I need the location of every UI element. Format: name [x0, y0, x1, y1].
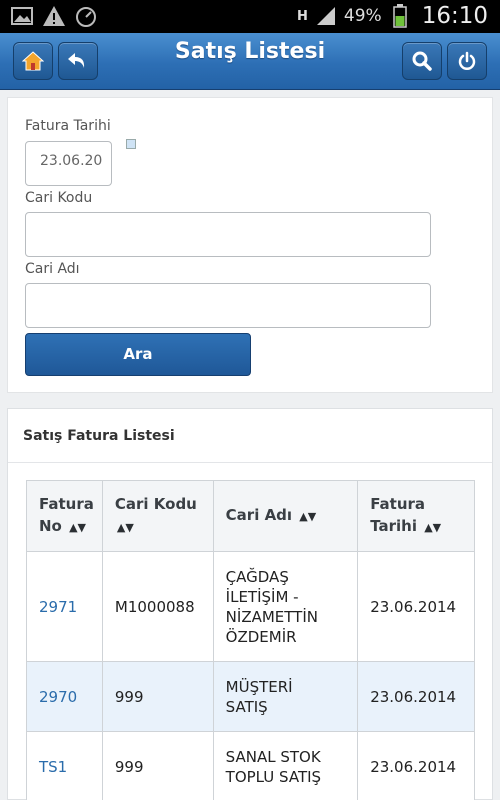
- battery-percent: 49%: [343, 6, 382, 26]
- cari-adi-cell: SANAL STOK TOPLU SATIŞ: [212, 731, 359, 800]
- date-label: Fatura Tarihi: [25, 118, 111, 134]
- status-bar: H 49% 16:10: [0, 0, 500, 33]
- invoice-no-link[interactable]: TS1: [26, 731, 103, 800]
- invoice-date-cell: 23.06.2014: [357, 661, 475, 732]
- column-header-fatura-no[interactable]: Fatura No ▲▼: [26, 480, 103, 552]
- table-row: TS1 999 SANAL STOK TOPLU SATIŞ 23.06.201…: [26, 731, 475, 800]
- cari-kodu-input[interactable]: [25, 212, 431, 257]
- sort-icon: ▲▼: [69, 521, 87, 534]
- cari-kodu-cell: M1000088: [101, 551, 214, 662]
- invoice-no-link[interactable]: 2971: [26, 551, 103, 662]
- gauge-icon: [74, 5, 98, 27]
- search-form: Fatura Tarihi 23.06.20 Cari Kodu Cari Ad…: [7, 97, 493, 393]
- column-header-cari-adi[interactable]: Cari Adı ▲▼: [212, 480, 359, 552]
- app-header: Satış Listesi: [0, 33, 500, 90]
- invoice-date-cell: 23.06.2014: [357, 551, 475, 662]
- cari-adi-cell: ÇAĞDAŞ İLETİŞİM - NİZAMETTİN ÖZDEMİR: [212, 551, 359, 662]
- cari-kodu-cell: 999: [101, 731, 214, 800]
- date-input[interactable]: 23.06.20: [25, 141, 112, 186]
- network-type: H: [297, 8, 308, 24]
- cari-adi-label: Cari Adı: [25, 261, 80, 277]
- sort-icon: ▲▼: [299, 510, 317, 523]
- calendar-icon[interactable]: [126, 139, 136, 149]
- cari-adi-cell: MÜŞTERİ SATIŞ: [212, 661, 359, 732]
- invoice-table: Fatura No ▲▼ Cari Kodu ▲▼ Cari Adı ▲▼ Fa…: [26, 480, 475, 800]
- signal-icon: [314, 5, 338, 27]
- clock: 16:10: [421, 3, 488, 29]
- sort-icon: ▲▼: [424, 521, 442, 534]
- table-row: 2971 M1000088 ÇAĞDAŞ İLETİŞİM - NİZAMETT…: [26, 551, 475, 662]
- image-icon: [10, 5, 34, 27]
- invoice-no-link[interactable]: 2970: [26, 661, 103, 732]
- cari-kodu-cell: 999: [101, 661, 214, 732]
- table-row: 2970 999 MÜŞTERİ SATIŞ 23.06.2014: [26, 661, 475, 732]
- ara-button[interactable]: Ara: [25, 333, 251, 376]
- cari-kodu-label: Cari Kodu: [25, 190, 93, 206]
- column-header-cari-kodu[interactable]: Cari Kodu ▲▼: [101, 480, 214, 552]
- warning-icon: [42, 5, 66, 27]
- power-button[interactable]: [447, 42, 487, 80]
- cari-adi-input[interactable]: [25, 283, 431, 328]
- list-title: Satış Fatura Listesi: [23, 428, 175, 444]
- power-icon: [457, 51, 477, 71]
- column-header-fatura-tarihi[interactable]: Fatura Tarihi ▲▼: [357, 480, 475, 552]
- invoice-list-panel: Satış Fatura Listesi Fatura No ▲▼ Cari K…: [7, 408, 493, 800]
- battery-icon: [388, 4, 412, 28]
- divider: [8, 462, 492, 463]
- sort-icon: ▲▼: [116, 521, 134, 534]
- invoice-date-cell: 23.06.2014: [357, 731, 475, 800]
- search-icon: [412, 51, 432, 71]
- search-button[interactable]: [402, 42, 442, 80]
